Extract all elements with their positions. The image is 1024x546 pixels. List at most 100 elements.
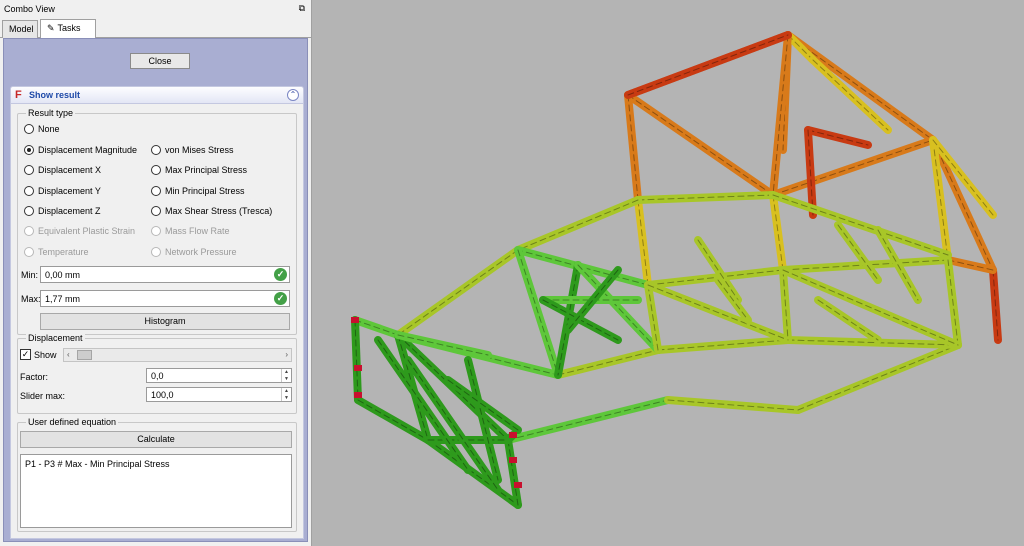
fem-result-icon: F (15, 89, 22, 101)
tab-tasks-label: Tasks (57, 23, 81, 33)
radio-displacement-magnitude[interactable]: Displacement Magnitude (24, 145, 137, 155)
radio-none[interactable]: None (24, 124, 60, 134)
max-value: 1,77 mm (45, 294, 81, 304)
constraint-marker (354, 392, 362, 398)
valid-check-icon: ✓ (274, 292, 287, 305)
radio-displacement-z-indicator (24, 206, 34, 216)
combo-view-title-bar: Combo View ⧉ (0, 0, 311, 18)
show-result-body: Result type None Displacement Magnitude … (10, 104, 304, 539)
displacement-slider[interactable]: ‹ › (63, 348, 292, 362)
displacement-group-label: Displacement (26, 333, 85, 343)
radio-min-principal-stress-label: Min Principal Stress (165, 186, 245, 196)
frame-beam-edge (507, 399, 669, 441)
radio-displacement-y-indicator (24, 186, 34, 196)
constraint-marker (514, 482, 522, 488)
constraint-marker (351, 317, 359, 323)
radio-mass-flow-rate-indicator (151, 226, 161, 236)
radio-displacement-z-label: Displacement Z (38, 206, 101, 216)
radio-min-principal-stress[interactable]: Min Principal Stress (151, 186, 245, 196)
radio-temperature-indicator (24, 247, 34, 257)
equation-group: User defined equation Calculate P1 - P3 … (17, 417, 297, 532)
show-label: Show (34, 350, 57, 360)
slider-left-icon[interactable]: ‹ (67, 350, 70, 359)
radio-mass-flow-rate-label: Mass Flow Rate (165, 226, 230, 236)
constraint-marker (509, 457, 517, 463)
tasks-icon: ✎ (47, 23, 55, 33)
min-value-field[interactable]: 0,00 mm ✓ (40, 266, 290, 283)
slider-max-label: Slider max: (20, 391, 66, 401)
show-result-title: Show result (29, 90, 81, 100)
radio-displacement-z[interactable]: Displacement Z (24, 206, 101, 216)
factor-value: 0,0 (151, 371, 164, 381)
equation-textarea[interactable]: P1 - P3 # Max - Min Principal Stress (20, 454, 292, 528)
close-button[interactable]: Close (130, 53, 190, 69)
slider-right-icon[interactable]: › (285, 350, 288, 359)
equation-text: P1 - P3 # Max - Min Principal Stress (25, 459, 170, 469)
slider-max-spinbox[interactable]: 100,0 ▲ ▼ (146, 387, 292, 402)
radio-displacement-x[interactable]: Displacement X (24, 165, 101, 175)
frame-beam-edge (627, 34, 789, 96)
radio-min-principal-stress-indicator (151, 186, 161, 196)
min-value: 0,00 mm (45, 270, 81, 280)
radio-max-shear-stress-indicator (151, 206, 161, 216)
3d-viewport[interactable] (318, 0, 1024, 546)
radio-equivalent-plastic-strain-label: Equivalent Plastic Strain (38, 226, 136, 236)
radio-temperature: Temperature (24, 247, 89, 257)
combo-tabs: Model ✎ Tasks (0, 18, 312, 39)
result-type-group-label: Result type (26, 108, 76, 118)
radio-max-principal-stress-label: Max Principal Stress (165, 165, 248, 175)
radio-max-shear-stress[interactable]: Max Shear Stress (Tresca) (151, 206, 272, 216)
spin-arrows-icon[interactable]: ▲ ▼ (281, 369, 291, 382)
combo-view-panel: Combo View ⧉ Model ✎ Tasks Close F Show r… (0, 0, 312, 546)
max-label: Max: (21, 294, 41, 304)
radio-von-mises-stress-label: von Mises Stress (165, 145, 234, 155)
radio-network-pressure-indicator (151, 247, 161, 257)
spin-arrows-icon[interactable]: ▲ ▼ (281, 388, 291, 401)
slider-max-value: 100,0 (151, 390, 174, 400)
radio-displacement-y-label: Displacement Y (38, 186, 101, 196)
tab-tasks[interactable]: ✎ Tasks (40, 19, 96, 39)
radio-none-label: None (38, 124, 60, 134)
frame-beam-edge (517, 249, 559, 376)
radio-von-mises-stress-indicator (151, 145, 161, 155)
histogram-button[interactable]: Histogram (40, 313, 290, 330)
frame-beam-edge (397, 249, 519, 336)
frame-beam-edge (772, 139, 934, 196)
factor-label: Factor: (20, 372, 49, 382)
factor-spinbox[interactable]: 0,0 ▲ ▼ (146, 368, 292, 383)
fem-frame-model[interactable] (318, 0, 1024, 546)
calculate-button[interactable]: Calculate (20, 431, 292, 448)
combo-view-title: Combo View (4, 4, 55, 14)
tab-model[interactable]: Model (2, 20, 38, 38)
radio-max-shear-stress-label: Max Shear Stress (Tresca) (165, 206, 273, 216)
radio-displacement-magnitude-indicator (24, 145, 34, 155)
min-label: Min: (21, 270, 39, 280)
displacement-group: Displacement ✓ Show ‹ › Factor: 0,0 ▲ ▼ S… (17, 333, 297, 414)
tab-model-label: Model (9, 24, 34, 34)
radio-von-mises-stress[interactable]: von Mises Stress (151, 145, 234, 155)
max-value-field[interactable]: 1,77 mm ✓ (40, 290, 290, 307)
radio-mass-flow-rate: Mass Flow Rate (151, 226, 230, 236)
equation-group-label: User defined equation (26, 417, 119, 427)
radio-temperature-label: Temperature (38, 247, 89, 257)
collapse-icon[interactable]: ⌃ (287, 89, 299, 101)
tasks-panel: Close F Show result ⌃ Result type None D… (3, 38, 308, 542)
radio-max-principal-stress[interactable]: Max Principal Stress (151, 165, 247, 175)
radio-equivalent-plastic-strain-indicator (24, 226, 34, 236)
radio-none-indicator (24, 124, 34, 134)
show-displacement-checkbox[interactable]: ✓ (20, 349, 31, 360)
slider-thumb[interactable] (77, 350, 92, 360)
show-result-header[interactable]: F Show result ⌃ (10, 86, 304, 104)
radio-displacement-magnitude-label: Displacement Magnitude (38, 145, 138, 155)
undock-icon[interactable]: ⧉ (299, 3, 305, 14)
frame-beam-edge (697, 239, 739, 301)
radio-displacement-y[interactable]: Displacement Y (24, 186, 101, 196)
constraint-marker (354, 365, 362, 371)
radio-displacement-x-label: Displacement X (38, 165, 102, 175)
radio-max-principal-stress-indicator (151, 165, 161, 175)
result-type-group: Result type None Displacement Magnitude … (17, 108, 297, 335)
radio-network-pressure: Network Pressure (151, 247, 237, 257)
frame-beam-edge (517, 199, 639, 251)
valid-check-icon: ✓ (274, 268, 287, 281)
radio-equivalent-plastic-strain: Equivalent Plastic Strain (24, 226, 135, 236)
